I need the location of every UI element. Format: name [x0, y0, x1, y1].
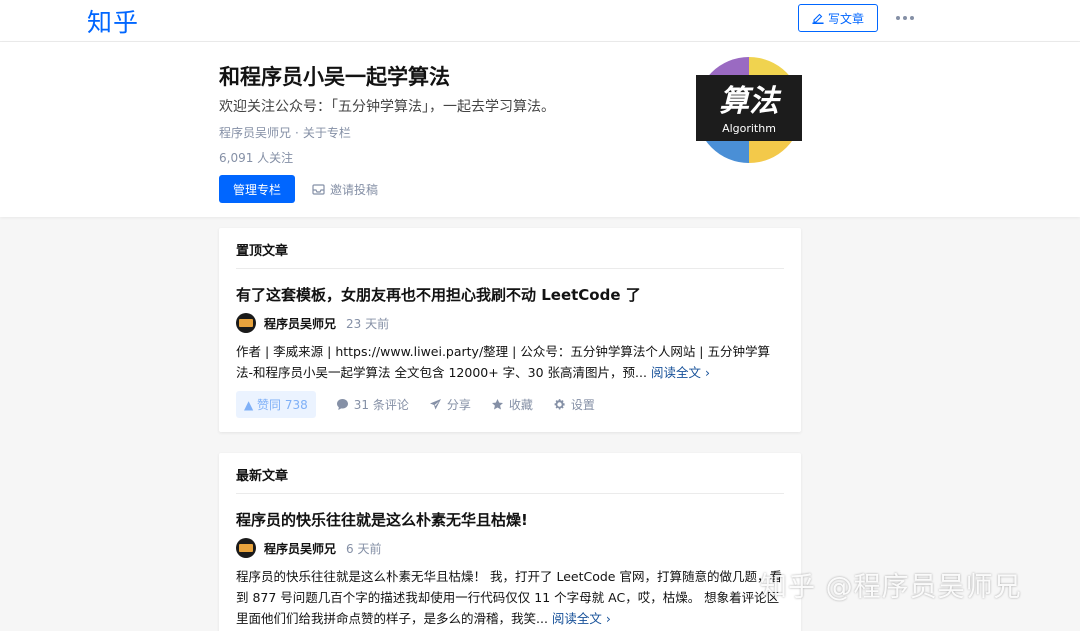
watermark: 知乎 @程序员吴师兄 [760, 572, 1022, 603]
article-actions: ▲ 赞同 738 31 条评论 分享 收藏 设置 [236, 390, 595, 418]
settings-button[interactable]: 设置 [553, 396, 595, 413]
share-button[interactable]: 分享 [429, 396, 471, 413]
column-avatar: 算法 Algorithm [696, 57, 802, 163]
inbox-icon [312, 183, 325, 195]
pinned-article-card: 置顶文章 有了这套模板，女朋友再也不用担心我刷不动 LeetCode 了 程序员… [219, 228, 801, 432]
read-more-link[interactable]: 阅读全文 › [651, 365, 710, 380]
post-time: 6 天前 [346, 541, 382, 556]
vote-button[interactable]: ▲ 赞同 738 [236, 390, 316, 418]
pinned-article-title[interactable]: 有了这套模板，女朋友再也不用担心我刷不动 LeetCode 了 [236, 284, 641, 305]
post-time: 23 天前 [346, 316, 390, 331]
star-icon [491, 398, 503, 409]
latest-article-title[interactable]: 程序员的快乐往往就是这么朴素无华且枯燥! [236, 509, 528, 530]
read-more-link[interactable]: 阅读全文 › [552, 611, 611, 626]
favorite-label: 收藏 [508, 397, 533, 412]
avatar[interactable] [236, 313, 256, 333]
latest-author-row: 程序员吴师兄 6 天前 [236, 537, 381, 559]
avatar-title: 算法 [719, 84, 782, 119]
about-column-link[interactable]: 关于专栏 [303, 126, 351, 140]
pinned-header: 置顶文章 [236, 244, 289, 259]
write-article-button[interactable]: 写文章 [798, 4, 878, 32]
zhihu-logo[interactable]: 知乎 [87, 3, 139, 39]
pinned-excerpt[interactable]: 作者 | 李威来源 | https://www.liwei.party/整理 |… [236, 341, 784, 383]
gear-icon [554, 398, 565, 409]
invite-label: 邀请投稿 [330, 182, 379, 197]
share-label: 分享 [446, 397, 471, 412]
pinned-author-row: 程序员吴师兄 23 天前 [236, 312, 389, 334]
column-description: 欢迎关注公众号：「五分钟学算法」，一起去学习算法。 [219, 99, 555, 115]
manage-column-button[interactable]: 管理专栏 [219, 175, 295, 203]
author-name[interactable]: 程序员吴师兄 [264, 315, 336, 332]
top-bar: 知乎 写文章 [0, 0, 1080, 42]
write-article-label: 写文章 [827, 11, 864, 26]
divider [236, 493, 784, 494]
column-title: 和程序员小吴一起学算法 [219, 65, 450, 89]
column-author-link[interactable]: 程序员吴师兄 [219, 126, 291, 140]
followers-count: 6,091 人关注 [219, 151, 294, 165]
avatar-subtitle: Algorithm [722, 122, 776, 135]
meta-separator: · [295, 126, 299, 140]
comments-button[interactable]: 31 条评论 [336, 396, 409, 413]
column-meta: 程序员吴师兄 · 关于专栏 [219, 124, 351, 141]
author-name[interactable]: 程序员吴师兄 [264, 540, 336, 557]
excerpt-text: 程序员的快乐往往就是这么朴素无华且枯燥！ 我，打开了 LeetCode 官网，打… [236, 569, 782, 626]
column-header: 和程序员小吴一起学算法 欢迎关注公众号：「五分钟学算法」，一起去学习算法。 程序… [0, 42, 1080, 217]
invite-submission-button[interactable]: 邀请投稿 [312, 179, 378, 199]
latest-article-card: 最新文章 程序员的快乐往往就是这么朴素无华且枯燥! 程序员吴师兄 6 天前 程序… [219, 453, 801, 631]
comment-icon [336, 398, 348, 410]
share-icon [429, 398, 441, 409]
favorite-button[interactable]: 收藏 [491, 396, 533, 413]
divider [236, 268, 784, 269]
avatar[interactable] [236, 538, 256, 558]
latest-header: 最新文章 [236, 469, 289, 484]
latest-excerpt[interactable]: 程序员的快乐往往就是这么朴素无华且枯燥！ 我，打开了 LeetCode 官网，打… [236, 566, 784, 629]
edit-icon [812, 13, 824, 24]
comments-label: 31 条评论 [353, 397, 409, 412]
settings-label: 设置 [570, 397, 595, 412]
more-dots-icon[interactable] [893, 8, 917, 28]
